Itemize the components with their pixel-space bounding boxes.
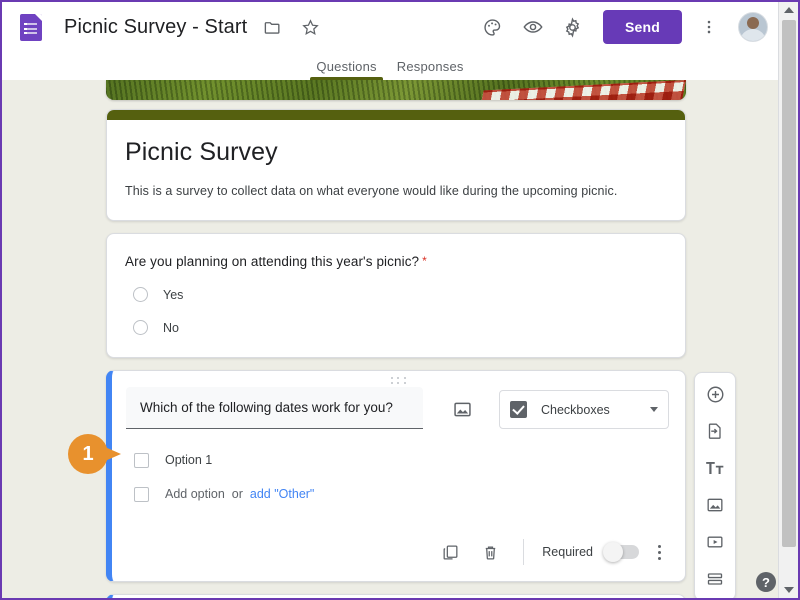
question-1-title-text: Are you planning on attending this year'… xyxy=(125,254,420,269)
form-banner-image[interactable] xyxy=(106,80,686,100)
option-label[interactable]: Option 1 xyxy=(165,453,212,467)
add-title-description-icon[interactable] xyxy=(702,455,728,481)
add-option-row[interactable]: Add option or add "Other" xyxy=(126,477,669,511)
next-question-card[interactable] xyxy=(106,594,686,598)
scrollbar-thumb[interactable] xyxy=(782,20,796,547)
avatar[interactable] xyxy=(738,12,768,42)
eye-icon[interactable] xyxy=(516,10,550,44)
add-image-icon[interactable] xyxy=(449,396,475,422)
google-forms-icon[interactable] xyxy=(20,13,42,41)
chevron-up-icon xyxy=(784,7,794,13)
or-label: or xyxy=(231,487,243,501)
option-label: Yes xyxy=(163,287,184,302)
kebab-menu-icon[interactable] xyxy=(692,10,726,44)
gear-icon[interactable] xyxy=(556,10,590,44)
top-bar-row: Picnic Survey - Start Send xyxy=(2,2,778,52)
header-accent-stripe xyxy=(107,110,685,120)
trash-icon[interactable] xyxy=(475,537,505,567)
checkbox-icon[interactable] xyxy=(134,452,149,468)
header-card-body: Picnic Survey This is a survey to collec… xyxy=(107,120,685,220)
duplicate-icon[interactable] xyxy=(435,537,465,567)
top-bar: Picnic Survey - Start Send Questions Res… xyxy=(2,2,778,80)
form-editor-content: Picnic Survey This is a survey to collec… xyxy=(2,80,778,598)
add-question-icon[interactable] xyxy=(702,381,728,407)
question-1-option-no[interactable]: No xyxy=(125,320,667,335)
drag-handle-icon[interactable] xyxy=(390,376,408,385)
active-question-card[interactable]: Which of the following dates work for yo… xyxy=(106,370,686,582)
add-section-icon[interactable] xyxy=(702,566,728,592)
document-title[interactable]: Picnic Survey - Start xyxy=(64,16,247,39)
question-title-input[interactable]: Which of the following dates work for yo… xyxy=(126,387,423,429)
option-row-1[interactable]: Option 1 xyxy=(126,443,669,477)
star-icon[interactable] xyxy=(297,14,323,40)
palette-icon[interactable] xyxy=(476,10,510,44)
import-questions-icon[interactable] xyxy=(702,418,728,444)
google-forms-window: Picnic Survey - Start Send Questions Res… xyxy=(0,0,800,600)
top-bar-actions: Send xyxy=(473,2,768,52)
form-tabs: Questions Responses xyxy=(2,52,778,80)
radio-icon[interactable] xyxy=(133,287,148,302)
add-other-link[interactable]: add "Other" xyxy=(250,487,314,501)
checkbox-checked-icon xyxy=(510,401,527,418)
question-type-select[interactable]: Checkboxes xyxy=(499,390,669,429)
option-label: No xyxy=(163,320,179,335)
vertical-scrollbar[interactable] xyxy=(778,2,798,598)
checkbox-icon xyxy=(134,486,149,502)
question-card-1[interactable]: Are you planning on attending this year'… xyxy=(106,233,686,358)
footer-divider xyxy=(523,539,525,565)
active-question-footer: Required xyxy=(112,527,685,581)
folder-icon[interactable] xyxy=(259,14,285,40)
scrollbar-up-arrow[interactable] xyxy=(779,2,798,18)
required-toggle[interactable] xyxy=(603,542,639,562)
form-column: Picnic Survey This is a survey to collec… xyxy=(106,80,686,598)
add-item-toolbar xyxy=(694,372,736,598)
radio-icon[interactable] xyxy=(133,320,148,335)
question-1-option-yes[interactable]: Yes xyxy=(125,287,667,302)
question-type-value: Checkboxes xyxy=(541,402,610,417)
tab-responses[interactable]: Responses xyxy=(387,59,474,80)
callout-badge-1: 1 xyxy=(68,434,121,474)
form-header-card[interactable]: Picnic Survey This is a survey to collec… xyxy=(106,109,686,221)
scrollbar-down-arrow[interactable] xyxy=(779,582,798,598)
kebab-menu-icon[interactable] xyxy=(647,539,671,565)
form-description[interactable]: This is a survey to collect data on what… xyxy=(125,184,667,198)
chevron-down-icon[interactable] xyxy=(650,407,658,412)
add-image-icon[interactable] xyxy=(702,492,728,518)
send-button[interactable]: Send xyxy=(602,10,682,44)
help-icon[interactable]: ? xyxy=(756,572,776,592)
add-option-label[interactable]: Add option xyxy=(165,487,225,501)
forms-icon-lines xyxy=(24,22,27,34)
question-1-title: Are you planning on attending this year'… xyxy=(125,254,667,269)
add-video-icon[interactable] xyxy=(702,529,728,555)
chevron-down-icon xyxy=(784,587,794,593)
required-label: Required xyxy=(542,545,593,559)
active-question-options: Option 1 Add option or add "Other" xyxy=(112,429,685,511)
form-title[interactable]: Picnic Survey xyxy=(125,138,667,167)
tab-questions[interactable]: Questions xyxy=(306,59,386,80)
required-asterisk: * xyxy=(422,254,427,268)
